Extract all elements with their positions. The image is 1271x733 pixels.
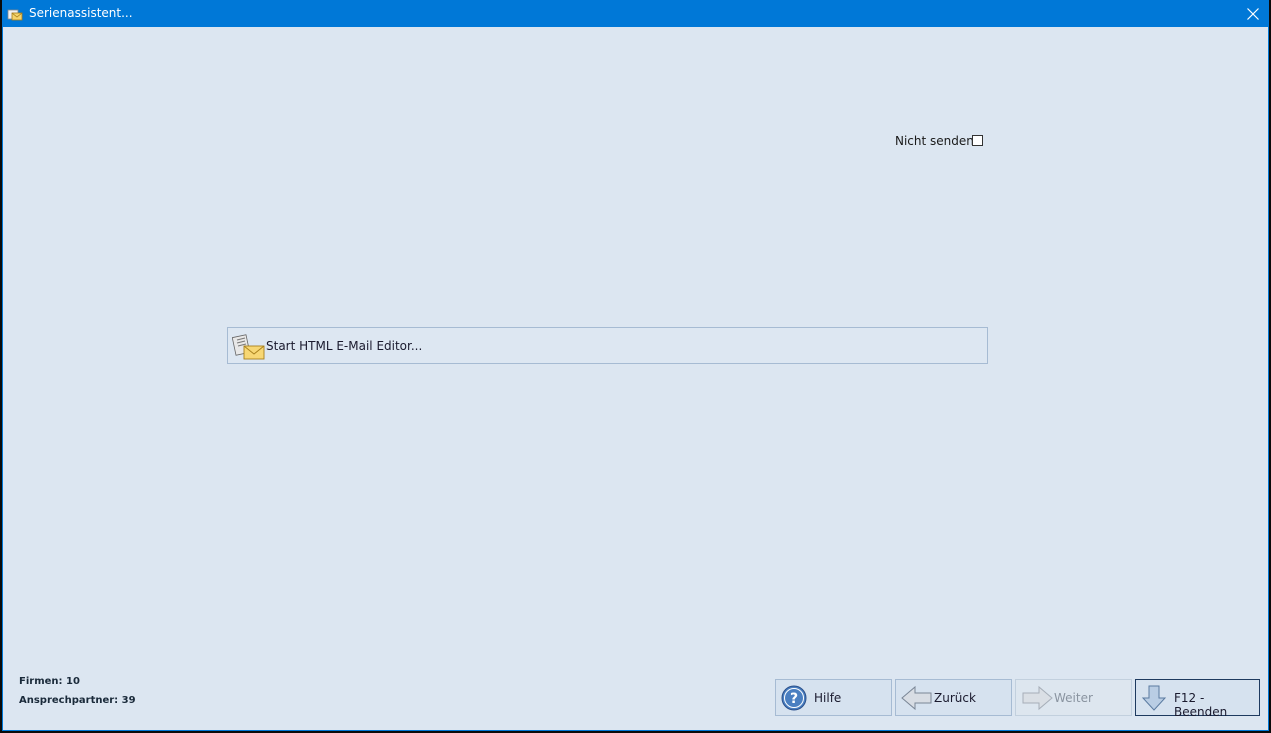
weiter-label: Weiter [1054, 691, 1093, 705]
window-title: Serienassistent... [29, 6, 133, 20]
firmen-count: Firmen: 10 [19, 676, 80, 687]
arrow-down-icon [1141, 685, 1167, 711]
app-icon [7, 6, 23, 22]
help-icon: ? [781, 685, 807, 711]
close-icon [1247, 8, 1259, 20]
beenden-label: F12 - Beenden [1174, 691, 1228, 719]
beenden-button[interactable]: F12 - Beenden [1135, 679, 1260, 719]
nicht-senden-checkbox[interactable] [972, 135, 983, 146]
title-bar[interactable]: Serienassistent... [3, 1, 1268, 27]
close-button[interactable] [1238, 1, 1268, 27]
weiter-button[interactable]: Weiter [1015, 679, 1132, 716]
serienassistent-window: Serienassistent... Nicht senden: Start H… [2, 0, 1269, 731]
start-html-editor-button[interactable]: Start HTML E-Mail Editor... [227, 327, 988, 364]
zurueck-button[interactable]: Zurück [895, 679, 1012, 716]
start-html-editor-label: Start HTML E-Mail Editor... [266, 339, 423, 353]
hilfe-button[interactable]: ? Hilfe [775, 679, 892, 716]
nicht-senden-label: Nicht senden: [895, 134, 978, 148]
ansprechpartner-count: Ansprechpartner: 39 [19, 695, 136, 706]
hilfe-label: Hilfe [814, 691, 842, 705]
zurueck-label: Zurück [934, 691, 976, 705]
mail-editor-icon [231, 333, 266, 361]
arrow-left-icon [901, 685, 932, 711]
arrow-right-icon [1022, 685, 1053, 711]
svg-text:?: ? [790, 691, 798, 707]
